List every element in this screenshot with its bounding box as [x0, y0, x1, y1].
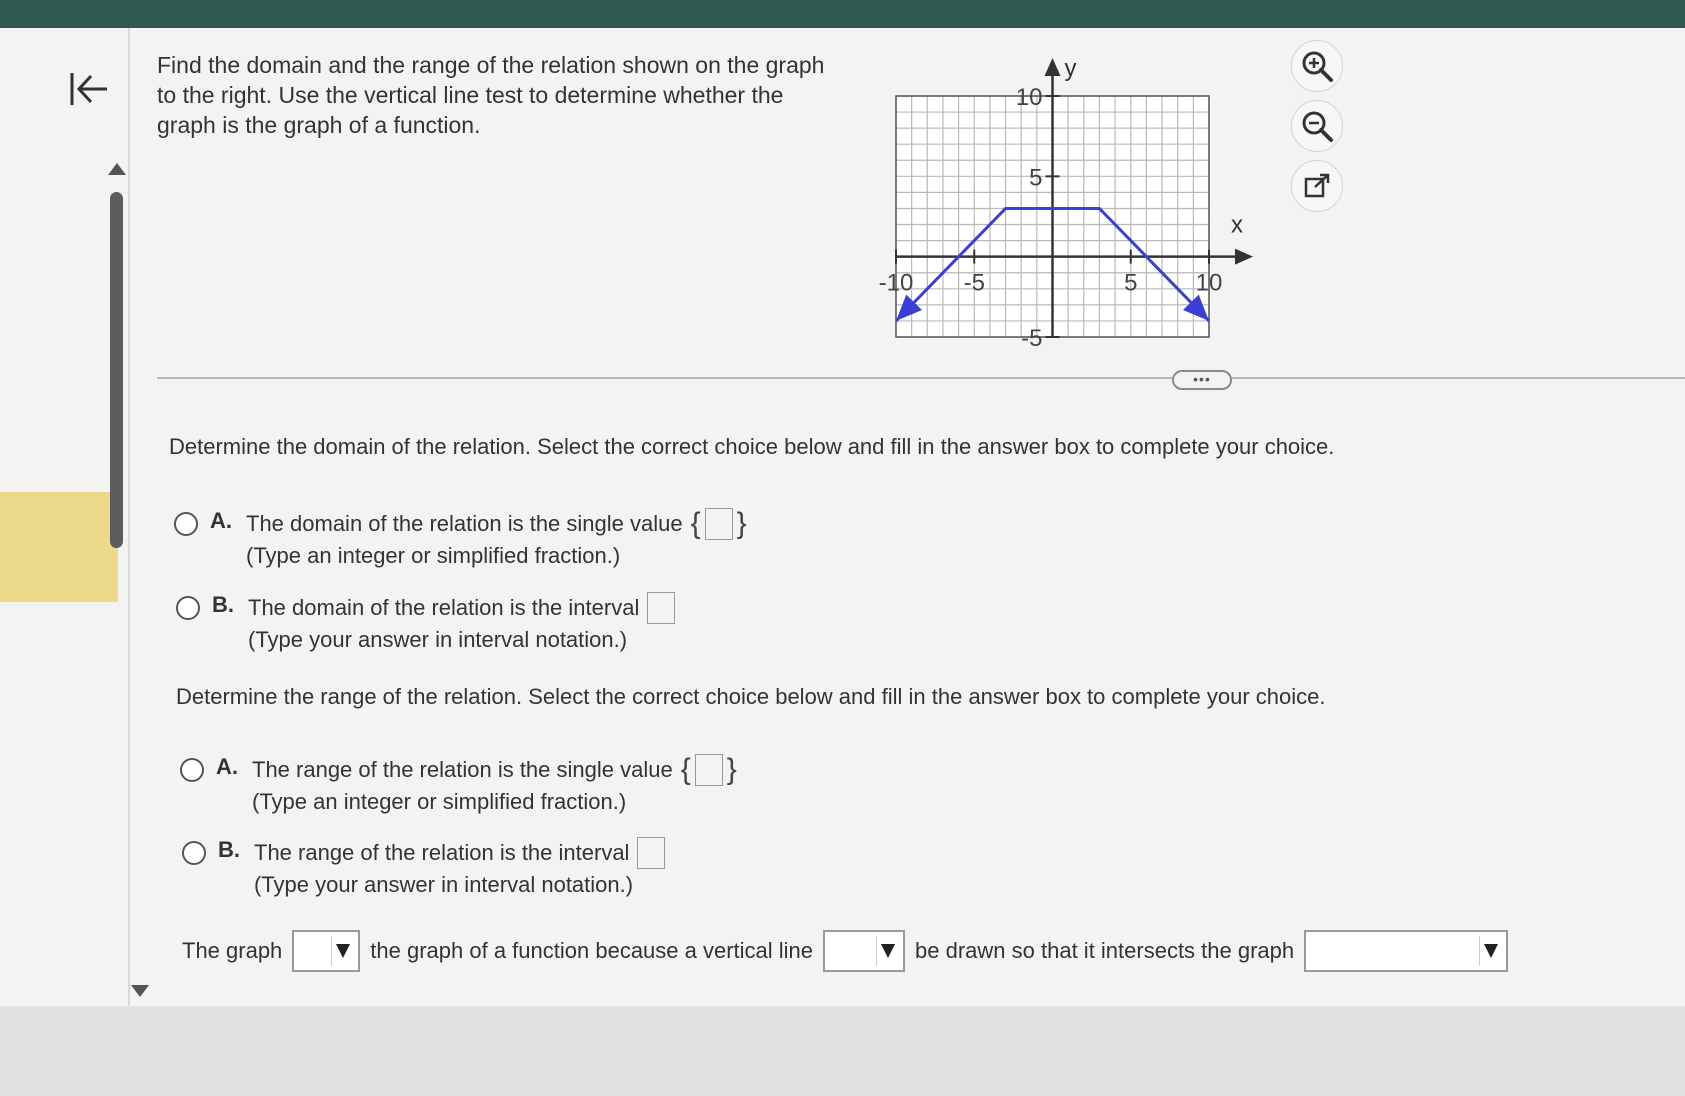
x-tick-label: 10 — [1196, 270, 1223, 297]
range-single-value-input[interactable] — [694, 754, 723, 786]
choice-text: The domain of the relation is the interv… — [248, 595, 640, 620]
section-divider — [157, 377, 1685, 379]
y-tick-label: 10 — [1016, 84, 1043, 111]
choice-letter: A. — [216, 754, 238, 779]
choice-hint: (Type an integer or simplified fraction.… — [246, 543, 621, 568]
x-axis-arrow-icon — [1235, 248, 1253, 265]
brace-close: } — [726, 753, 737, 786]
range-choice-a-radio[interactable] — [180, 758, 204, 782]
brace-open: { — [680, 753, 691, 786]
popout-button[interactable] — [1291, 160, 1343, 212]
x-tick-label: -5 — [964, 270, 985, 297]
x-tick-label: -10 — [879, 270, 914, 297]
bottom-band — [0, 1006, 1685, 1096]
choice-letter: A. — [210, 508, 232, 533]
y-tick-label: -5 — [1021, 325, 1042, 352]
chevron-down-icon — [876, 936, 899, 966]
domain-interval-input[interactable] — [647, 592, 676, 624]
range-choice-b[interactable]: B. The range of the relation is the inte… — [182, 837, 669, 901]
chevron-down-icon — [1479, 936, 1502, 966]
choice-letter: B. — [212, 592, 234, 617]
zoom-out-button[interactable] — [1291, 100, 1343, 152]
brace-open: { — [690, 507, 701, 540]
zoom-out-icon — [1302, 111, 1333, 142]
can-cannot-dropdown[interactable] — [823, 930, 906, 972]
domain-single-value-input[interactable] — [704, 508, 733, 540]
external-link-icon — [1304, 173, 1330, 198]
top-bar — [0, 0, 1685, 28]
left-rail-divider — [128, 28, 130, 1006]
intersection-count-dropdown[interactable] — [1304, 930, 1509, 972]
scroll-down-arrow-icon[interactable] — [131, 985, 149, 997]
is-is-not-dropdown[interactable] — [292, 930, 361, 972]
choice-hint: (Type your answer in interval notation.) — [254, 872, 634, 897]
choice-hint: (Type an integer or simplified fraction.… — [252, 789, 627, 814]
choice-text: The domain of the relation is the single… — [246, 511, 683, 536]
range-choice-a[interactable]: A. The range of the relation is the sing… — [180, 754, 737, 818]
relation-graph: x y -10 -5 5 10 10 5 -5 — [879, 55, 1253, 352]
domain-choice-a[interactable]: A. The domain of the relation is the sin… — [174, 508, 747, 572]
x-axis-label: x — [1231, 212, 1243, 239]
x-tick-label: 5 — [1124, 270, 1137, 297]
y-axis-label: y — [1065, 55, 1077, 82]
sentence-part-2: the graph of a function because a vertic… — [370, 938, 814, 963]
domain-choice-b-radio[interactable] — [176, 596, 200, 620]
domain-choice-a-radio[interactable] — [174, 512, 198, 536]
y-axis-arrow-icon — [1044, 58, 1061, 76]
zoom-in-button[interactable] — [1291, 40, 1343, 92]
choice-hint: (Type your answer in interval notation.) — [248, 627, 628, 652]
choice-letter: B. — [218, 837, 240, 862]
expand-toggle[interactable]: ••• — [1172, 370, 1232, 390]
scroll-up-arrow-icon[interactable] — [108, 163, 126, 175]
choice-text: The range of the relation is the single … — [252, 757, 673, 782]
question-text: Find the domain and the range of the rel… — [157, 52, 825, 138]
range-interval-input[interactable] — [637, 837, 666, 869]
collapse-left-icon — [70, 73, 107, 105]
current-question-highlight — [0, 492, 118, 602]
domain-choice-b[interactable]: B. The domain of the relation is the int… — [176, 592, 679, 656]
chevron-down-icon — [331, 936, 354, 966]
domain-prompt: Determine the domain of the relation. Se… — [169, 434, 1335, 459]
back-button[interactable] — [66, 66, 112, 112]
choice-text: The range of the relation is the interva… — [254, 840, 630, 865]
sentence-part-3: be drawn so that it intersects the graph — [915, 938, 1295, 963]
range-prompt: Determine the range of the relation. Sel… — [176, 684, 1326, 709]
function-sentence: The graph the graph of a function becaus… — [182, 930, 1509, 972]
range-choice-b-radio[interactable] — [182, 841, 206, 865]
brace-close: } — [736, 507, 747, 540]
y-tick-label: 5 — [1029, 164, 1042, 191]
scrollbar-thumb[interactable] — [110, 192, 123, 548]
zoom-in-icon — [1302, 51, 1333, 82]
sentence-part-1: The graph — [182, 938, 283, 963]
